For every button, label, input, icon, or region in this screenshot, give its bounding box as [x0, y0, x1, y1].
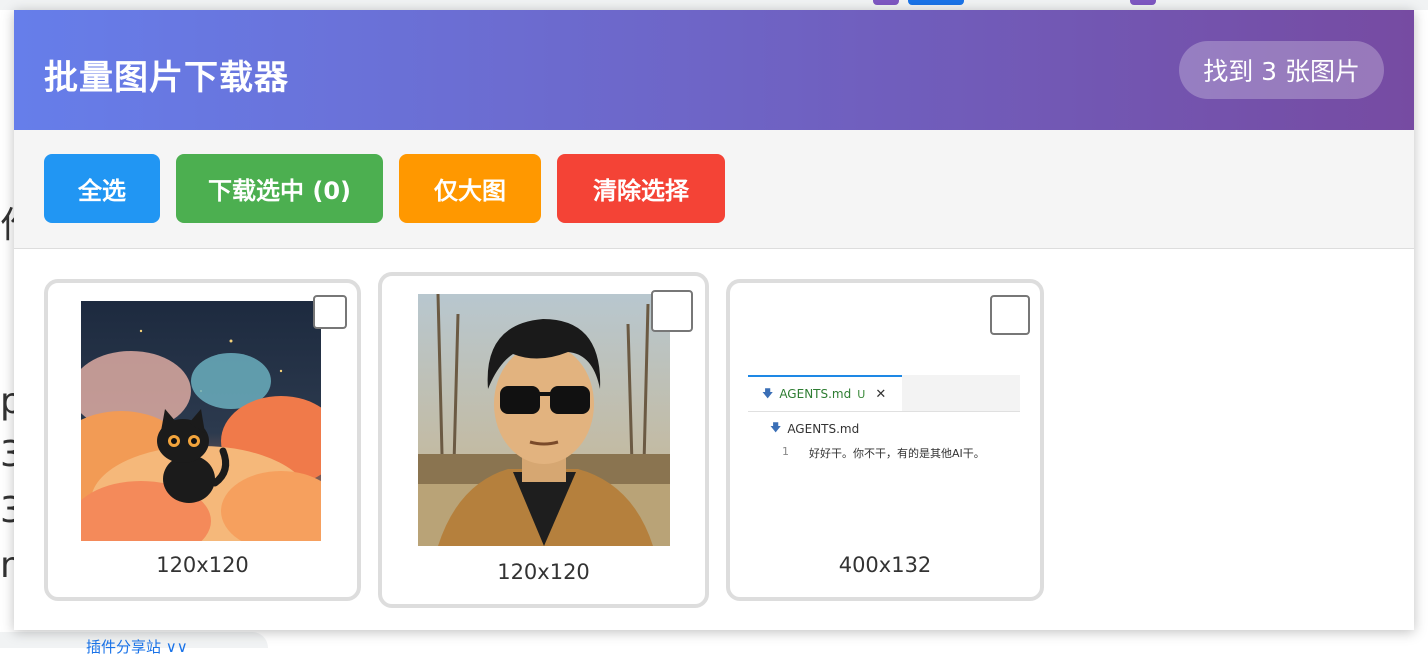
- image-card[interactable]: 120x120: [44, 279, 361, 601]
- line-text: 好好干。你不干，有的是其他AI干。: [809, 445, 985, 461]
- editor-tab-status: U: [857, 388, 865, 401]
- editor-tab: 🡇 AGENTS.md U ✕: [748, 375, 902, 411]
- browser-toolbar-strip: [0, 0, 1428, 10]
- image-downloader-panel: 批量图片下载器 找到 3 张图片 全选 下载选中 (0) 仅大图 清除选择: [14, 10, 1414, 630]
- editor-breadcrumb-label: AGENTS.md: [787, 422, 859, 436]
- portrait-illustration: [418, 294, 670, 546]
- large-only-button[interactable]: 仅大图: [399, 154, 541, 223]
- editor-screenshot: 🡇 AGENTS.md U ✕ 🡇 AGENTS.md 1 好好干。你不干，有的…: [748, 375, 1020, 465]
- extension-chip: [1130, 0, 1156, 5]
- image-dimensions: 120x120: [48, 553, 357, 577]
- editor-tab-name: AGENTS.md: [779, 387, 851, 401]
- image-card[interactable]: 120x120: [378, 272, 709, 608]
- image-select-checkbox[interactable]: [313, 295, 347, 329]
- image-select-checkbox[interactable]: [651, 290, 693, 332]
- panel-title: 批量图片下载器: [44, 50, 289, 99]
- image-dimensions: 120x120: [382, 560, 705, 584]
- clear-selection-button[interactable]: 清除选择: [557, 154, 725, 223]
- action-toolbar: 全选 下载选中 (0) 仅大图 清除选择: [14, 130, 1414, 249]
- line-number: 1: [782, 445, 789, 461]
- panel-header: 批量图片下载器 找到 3 张图片: [14, 10, 1414, 130]
- download-selected-button[interactable]: 下载选中 (0): [176, 154, 383, 223]
- image-thumbnail-portrait[interactable]: [418, 294, 670, 546]
- image-dimensions: 400x132: [730, 553, 1040, 577]
- image-count-badge: 找到 3 张图片: [1179, 41, 1384, 99]
- image-select-checkbox[interactable]: [990, 295, 1030, 335]
- cat-illustration: [81, 301, 321, 541]
- markdown-icon: 🡇: [762, 385, 773, 404]
- image-card[interactable]: 🡇 AGENTS.md U ✕ 🡇 AGENTS.md 1 好好干。你不干，有的…: [726, 279, 1044, 601]
- image-thumbnail-cat[interactable]: [81, 301, 321, 541]
- extension-chip: [873, 0, 899, 5]
- editor-line: 1 好好干。你不干，有的是其他AI干。: [782, 445, 985, 461]
- markdown-icon: 🡇: [770, 419, 781, 438]
- image-thumbnail-editor[interactable]: 🡇 AGENTS.md U ✕ 🡇 AGENTS.md 1 好好干。你不干，有的…: [748, 375, 1020, 465]
- background-bottom-link[interactable]: 插件分享站 ∨∨: [86, 636, 188, 657]
- editor-tab-bar: 🡇 AGENTS.md U ✕: [748, 375, 1020, 412]
- editor-breadcrumb: 🡇 AGENTS.md: [770, 419, 859, 438]
- select-all-button[interactable]: 全选: [44, 154, 160, 223]
- extension-chip: [908, 0, 964, 5]
- image-grid: 120x120: [14, 249, 1414, 630]
- close-icon: ✕: [875, 387, 886, 402]
